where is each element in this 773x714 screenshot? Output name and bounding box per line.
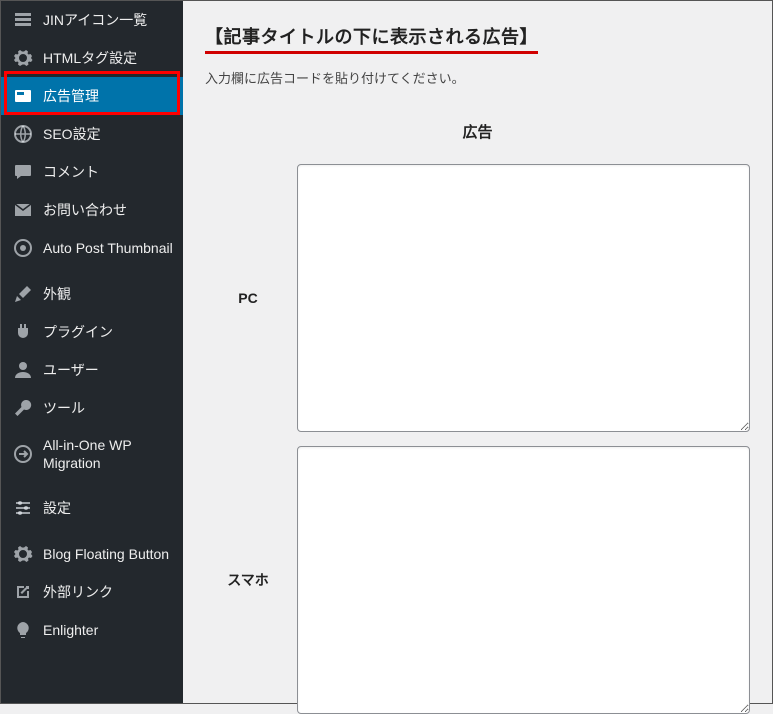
sidebar-item-blog-floating-button[interactable]: Blog Floating Button	[1, 535, 183, 573]
plug-icon	[13, 322, 33, 342]
user-icon	[13, 360, 33, 380]
sidebar-item-label: 広告管理	[43, 87, 173, 105]
gear-icon	[13, 544, 33, 564]
sidebar-item-label: SEO設定	[43, 125, 173, 143]
sidebar-item-users[interactable]: ユーザー	[1, 351, 183, 389]
sidebar-item-label: お問い合わせ	[43, 201, 173, 219]
sidebar-item-tools[interactable]: ツール	[1, 389, 183, 427]
sidebar-item-seo[interactable]: SEO設定	[1, 115, 183, 153]
sidebar-item-label: All-in-One WP Migration	[43, 436, 173, 472]
sidebar-item-settings[interactable]: 設定	[1, 489, 183, 527]
migrate-icon	[13, 444, 33, 464]
sidebar-item-ads[interactable]: 広告管理	[1, 77, 183, 115]
sidebar-item-label: JINアイコン一覧	[43, 11, 173, 29]
field-row-pc: PC	[205, 164, 750, 432]
pc-label: PC	[205, 290, 297, 306]
cog-icon	[13, 48, 33, 68]
ad-heading: 広告	[205, 121, 750, 142]
ad-icon	[13, 86, 33, 106]
wrench-icon	[13, 398, 33, 418]
sidebar-item-label: Enlighter	[43, 621, 173, 639]
sidebar-item-label: 設定	[43, 499, 173, 517]
sp-ad-code-textarea[interactable]	[297, 446, 750, 714]
section-title: 【記事タイトルの下に表示される広告】	[205, 23, 538, 54]
mail-icon	[13, 200, 33, 220]
sidebar-item-label: コメント	[43, 163, 173, 181]
globe-icon	[13, 124, 33, 144]
sidebar-item-aio-migration[interactable]: All-in-One WP Migration	[1, 427, 183, 481]
sidebar-item-external-link[interactable]: 外部リンク	[1, 573, 183, 611]
sidebar-item-plugins[interactable]: プラグイン	[1, 313, 183, 351]
sidebar-item-auto-post-thumbnail[interactable]: Auto Post Thumbnail	[1, 229, 183, 267]
sidebar-item-comments[interactable]: コメント	[1, 153, 183, 191]
bulb-icon	[13, 620, 33, 640]
sidebar-item-label: HTMLタグ設定	[43, 49, 173, 67]
sidebar-item-appearance[interactable]: 外観	[1, 275, 183, 313]
pc-ad-code-textarea[interactable]	[297, 164, 750, 432]
sidebar-item-contact[interactable]: お問い合わせ	[1, 191, 183, 229]
sliders-icon	[13, 498, 33, 518]
content-area: 【記事タイトルの下に表示される広告】 入力欄に広告コードを貼り付けてください。 …	[183, 1, 772, 703]
admin-sidebar: JINアイコン一覧 HTMLタグ設定 広告管理 SEO設定 コメント お問い合わ…	[1, 1, 183, 703]
section-desc: 入力欄に広告コードを貼り付けてください。	[205, 68, 750, 87]
sidebar-item-label: 外部リンク	[43, 583, 173, 601]
external-icon	[13, 582, 33, 602]
list-icon	[13, 10, 33, 30]
sidebar-item-enlighter[interactable]: Enlighter	[1, 611, 183, 649]
sp-label: スマホ	[205, 570, 297, 590]
sidebar-item-label: Blog Floating Button	[43, 545, 173, 563]
sidebar-item-jin-icons[interactable]: JINアイコン一覧	[1, 1, 183, 39]
sidebar-item-label: Auto Post Thumbnail	[43, 239, 173, 257]
sidebar-item-label: プラグイン	[43, 323, 173, 341]
brush-icon	[13, 284, 33, 304]
sidebar-item-label: ツール	[43, 399, 173, 417]
sidebar-item-label: ユーザー	[43, 361, 173, 379]
sidebar-item-label: 外観	[43, 285, 173, 303]
sidebar-item-html-tags[interactable]: HTMLタグ設定	[1, 39, 183, 77]
field-row-sp: スマホ	[205, 446, 750, 714]
target-icon	[13, 238, 33, 258]
comment-icon	[13, 162, 33, 182]
